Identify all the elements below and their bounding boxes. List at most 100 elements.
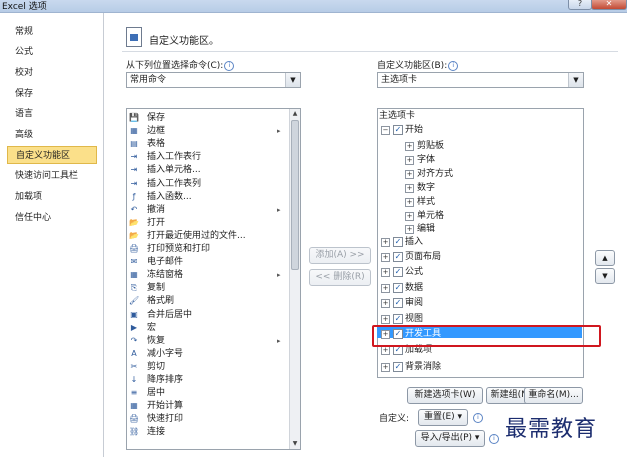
command-item[interactable]: ✂ 剪切 — [129, 361, 279, 373]
command-item[interactable]: ⇥ 插入单元格... — [129, 164, 279, 176]
nav-item[interactable]: 校对 — [7, 64, 97, 82]
expand-icon[interactable]: + — [381, 315, 390, 324]
command-item[interactable]: ≡ 居中 — [129, 387, 279, 399]
tree-node-label: 编辑 — [417, 224, 436, 234]
tree-node-label: 开始 — [405, 125, 424, 135]
command-item[interactable]: 📂 打开 — [129, 217, 279, 229]
tab-checkbox[interactable]: ✓ — [393, 237, 403, 247]
annotation-highlight-box — [372, 325, 601, 347]
nav-item[interactable]: 语言 — [7, 105, 97, 123]
expand-icon[interactable]: + — [381, 238, 390, 247]
page-title: 自定义功能区。 — [149, 36, 219, 47]
command-label: 插入函数... — [147, 191, 192, 202]
nav-item[interactable]: 公式 — [7, 43, 97, 61]
command-label: 插入工作表行 — [147, 152, 202, 163]
tree-node-label: 字体 — [417, 155, 436, 165]
expand-icon[interactable]: + — [381, 299, 390, 308]
chevron-down-icon[interactable]: ▼ — [285, 73, 300, 87]
command-item[interactable]: ✉ 电子邮件 — [129, 256, 279, 268]
tab-checkbox[interactable]: ✓ — [393, 283, 403, 293]
help-button[interactable]: ? — [568, 0, 592, 10]
expand-icon[interactable]: + — [381, 363, 390, 372]
command-item[interactable]: ▦ 开始计算 — [129, 400, 279, 412]
command-icon: ↶ — [130, 204, 138, 214]
command-item[interactable]: ↓ 降序排序 — [129, 374, 279, 386]
move-up-button[interactable]: ▲ — [595, 250, 615, 266]
scroll-up-icon[interactable]: ▲ — [290, 109, 300, 119]
close-button[interactable]: ✕ — [591, 0, 627, 10]
tab-checkbox[interactable]: ✓ — [393, 125, 403, 135]
command-item[interactable]: ⇥ 插入工作表列 — [129, 178, 279, 190]
command-item[interactable]: ▶ 宏 — [129, 322, 279, 334]
expand-icon[interactable]: + — [405, 170, 414, 179]
nav-item[interactable]: 保存 — [7, 85, 97, 103]
command-item[interactable]: 🖨 打印预览和打印 — [129, 243, 279, 255]
expand-icon[interactable]: + — [381, 268, 390, 277]
reset-button[interactable]: 重置(E) ▾ — [418, 409, 468, 426]
info-icon: i — [473, 413, 483, 423]
move-down-button[interactable]: ▼ — [595, 268, 615, 284]
expand-icon[interactable]: + — [405, 225, 414, 234]
collapse-icon[interactable]: − — [381, 126, 390, 135]
command-item[interactable]: ▤ 表格 — [129, 138, 279, 150]
command-label: 保存 — [147, 113, 166, 123]
command-item[interactable]: A 减小字号 — [129, 348, 279, 360]
command-item[interactable]: ⇥ 插入工作表行 — [129, 151, 279, 163]
choose-commands-label: 从下列位置选择命令(C): i — [126, 58, 235, 71]
expand-icon[interactable]: + — [381, 346, 390, 355]
expand-icon[interactable]: + — [405, 212, 414, 221]
scroll-down-icon[interactable]: ▼ — [290, 439, 300, 449]
command-item[interactable]: ▦ 边框 ▸ — [129, 125, 281, 137]
nav-item[interactable]: 常规 — [7, 23, 97, 41]
submenu-arrow-icon: ▸ — [277, 127, 281, 136]
choose-commands-combo[interactable]: 常用命令 ▼ — [126, 72, 301, 88]
command-label: 电子邮件 — [147, 257, 184, 268]
tab-checkbox[interactable]: ✓ — [393, 362, 403, 372]
tab-checkbox[interactable]: ✓ — [393, 267, 403, 277]
command-label: 开始计算 — [147, 401, 184, 412]
nav-item[interactable]: 高级 — [7, 126, 97, 144]
commands-list[interactable]: ▲ ▼ 💾 保存 ▦ 边框 ▸ ▤ 表格 ⇥ 插入工作表行 ⇥ 插入单元格... ⇥ 插入工作表列 ƒ 插入… — [126, 108, 301, 450]
tab-checkbox[interactable]: ✓ — [393, 314, 403, 324]
info-icon: i — [489, 434, 499, 444]
tab-checkbox[interactable]: ✓ — [393, 252, 403, 262]
command-item[interactable]: ⎘ 复制 — [129, 282, 279, 294]
remove-button[interactable]: << 删除(R) — [309, 269, 371, 286]
customize-ribbon-combo[interactable]: 主选项卡 ▼ — [377, 72, 584, 88]
command-icon: ↷ — [130, 335, 138, 345]
rename-button[interactable]: 重命名(M)... — [524, 387, 583, 404]
command-item[interactable]: 📂 打开最近使用过的文件... — [129, 230, 279, 242]
command-item[interactable]: ↷ 恢复 ▸ — [129, 335, 281, 347]
add-button[interactable]: 添加(A) >> — [309, 247, 371, 264]
command-item[interactable]: 💾 保存 — [129, 112, 279, 124]
expand-icon[interactable]: + — [405, 184, 414, 193]
command-item[interactable]: ▣ 合并后居中 — [129, 309, 279, 321]
new-tab-button[interactable]: 新建选项卡(W) — [407, 387, 483, 404]
command-item[interactable]: 🖨 快速打印 — [129, 413, 279, 425]
info-icon: i — [224, 60, 235, 71]
nav-item[interactable]: 自定义功能区 — [7, 146, 97, 164]
command-item[interactable]: ▦ 冻结窗格 ▸ — [129, 269, 280, 281]
command-item[interactable]: ƒ 插入函数... — [129, 191, 279, 203]
commands-scrollbar[interactable]: ▲ ▼ — [289, 109, 300, 449]
info-icon: i — [448, 60, 459, 71]
customize-ribbon-label: 自定义功能区(B): i — [377, 58, 459, 71]
expand-icon[interactable]: + — [381, 284, 390, 293]
nav-item[interactable]: 快速访问工具栏 — [7, 167, 97, 185]
command-icon: ↓ — [130, 375, 138, 384]
expand-icon[interactable]: + — [405, 142, 414, 151]
expand-icon[interactable]: + — [381, 253, 390, 262]
command-icon: ▦ — [130, 401, 138, 411]
nav-item[interactable]: 信任中心 — [7, 209, 97, 227]
command-label: 宏 — [147, 322, 157, 333]
expand-icon[interactable]: + — [405, 198, 414, 207]
nav-item[interactable]: 加载项 — [7, 188, 97, 206]
expand-icon[interactable]: + — [405, 156, 414, 165]
scroll-thumb[interactable] — [291, 120, 299, 270]
chevron-down-icon[interactable]: ▼ — [568, 73, 583, 87]
import-export-button[interactable]: 导入/导出(P) ▾ — [415, 430, 485, 447]
command-item[interactable]: ↶ 撤消 ▸ — [129, 204, 281, 216]
tab-checkbox[interactable]: ✓ — [393, 298, 403, 308]
command-item[interactable]: 🖌 格式刷 — [129, 295, 279, 307]
command-item[interactable]: ⛓ 连接 — [129, 426, 279, 438]
